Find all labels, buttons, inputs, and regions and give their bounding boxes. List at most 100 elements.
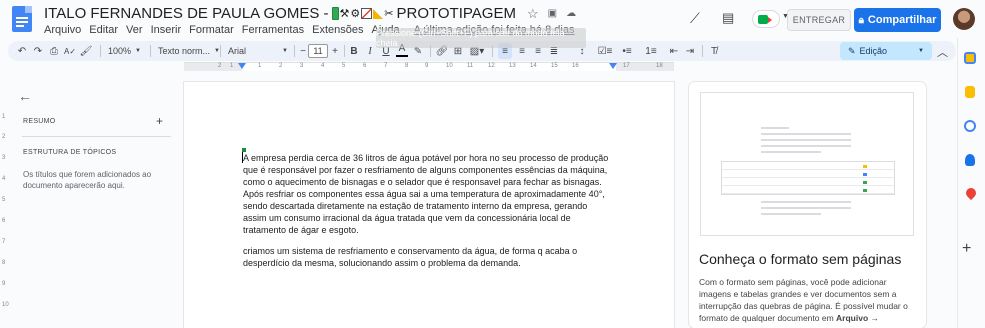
- fullscreen-tooltip: Pressione (Ctrl+Shift+F) para sair do mo…: [376, 28, 586, 48]
- tools-icon: ⚒: [339, 8, 350, 20]
- vruler-number: 3: [2, 155, 6, 161]
- illus-line: [761, 127, 789, 129]
- outline-empty-text: Os títulos que forem adicionados ao docu…: [23, 170, 152, 190]
- document-title-suffix[interactable]: PROTOTIPAGEM: [396, 5, 515, 22]
- collapse-toolbar-icon[interactable]: ︿: [937, 44, 948, 60]
- menu-item-inserir[interactable]: Inserir: [151, 24, 182, 36]
- numbered-list-icon[interactable]: 1≡: [644, 41, 658, 61]
- italic-icon[interactable]: I: [364, 41, 376, 61]
- font-select[interactable]: Arial ▼: [228, 44, 288, 58]
- pencil-icon: ✎: [848, 45, 856, 56]
- style-select[interactable]: Texto norm... ▼: [158, 44, 220, 58]
- ruler-number: 9: [425, 63, 429, 69]
- comments-icon[interactable]: ▤: [722, 10, 734, 26]
- zoom-value: 100%: [108, 46, 132, 56]
- chevron-down-icon: ▼: [918, 48, 924, 54]
- meet-camera-icon: [758, 15, 772, 24]
- triangle-ruler-icon: [373, 8, 384, 19]
- ruler-number: 3: [300, 63, 304, 69]
- ruler-number: 15: [551, 63, 558, 69]
- paragraph-2[interactable]: criamos um sistema de resfriamento e con…: [243, 245, 615, 269]
- activity-trend-icon[interactable]: ⟋: [690, 10, 700, 27]
- text-line: sendo descartada diretamente na estação …: [243, 201, 588, 211]
- entregar-button[interactable]: ENTREGAR: [787, 9, 851, 31]
- chart-icon: [361, 8, 373, 19]
- paint-format-icon[interactable]: 🖌︎: [80, 41, 93, 61]
- font-size-input[interactable]: 11: [308, 44, 328, 58]
- ruler-number: 13: [509, 63, 516, 69]
- increase-font-size-button[interactable]: +: [330, 41, 340, 61]
- text-line: desperdício da mesma, solucionando assim…: [243, 258, 521, 268]
- add-addon-icon[interactable]: +: [962, 240, 971, 258]
- redo-icon[interactable]: ↷: [32, 41, 44, 61]
- text-line: A empresa perdia cerca de 36 litros de á…: [243, 153, 609, 163]
- vruler-number: 9: [2, 281, 6, 287]
- text-line: assim um consumo irracional da água trat…: [243, 213, 571, 223]
- illus-table: [721, 161, 895, 195]
- vruler-number: 1: [2, 114, 6, 120]
- increase-indent-icon[interactable]: ⇥: [684, 41, 696, 61]
- illus-table-dot: [863, 173, 867, 176]
- illus-line: [761, 145, 851, 147]
- contacts-icon[interactable]: [965, 154, 975, 166]
- menu-item-arquivo[interactable]: Arquivo: [44, 24, 81, 36]
- meet-button[interactable]: [752, 10, 780, 28]
- document-title-text[interactable]: ITALO FERNANDES DE PAULA GOMES -: [44, 5, 329, 22]
- menu-item-extensoes[interactable]: Extensões: [312, 24, 363, 36]
- calendar-icon[interactable]: [964, 52, 976, 64]
- cloud-status-icon[interactable]: ☁: [566, 8, 576, 19]
- paragraph-1[interactable]: A empresa perdia cerca de 36 litros de á…: [243, 152, 615, 236]
- ruler-number: 1: [258, 63, 262, 69]
- ruler-number: 16: [572, 63, 579, 69]
- star-icon[interactable]: ☆: [527, 6, 539, 22]
- avatar[interactable]: [953, 8, 975, 30]
- bold-icon[interactable]: B: [348, 41, 360, 61]
- ruler-number: 11: [467, 63, 474, 69]
- menu-item-ferramentas[interactable]: Ferramentas: [242, 24, 304, 36]
- indent-marker[interactable]: [238, 63, 246, 69]
- menu-item-formatar[interactable]: Formatar: [189, 24, 234, 36]
- editing-mode-select[interactable]: ✎ Edição ▼: [840, 42, 932, 60]
- text-line: como o aquecimento de bisnagas e o selad…: [243, 177, 602, 187]
- right-indent-marker[interactable]: [609, 63, 617, 69]
- font-value: Arial: [228, 46, 247, 56]
- bullet-list-icon[interactable]: •≡: [620, 41, 634, 61]
- ruler-number: 6: [363, 63, 367, 69]
- illus-line: [761, 213, 821, 215]
- decrease-font-size-button[interactable]: −: [298, 41, 308, 61]
- add-summary-icon[interactable]: +: [156, 114, 163, 128]
- spellcheck-icon[interactable]: A✓: [64, 41, 76, 61]
- battery-icon: [331, 7, 339, 20]
- move-folder-icon[interactable]: ▣: [548, 8, 557, 19]
- decrease-indent-icon[interactable]: ⇤: [668, 41, 680, 61]
- illus-line: [761, 201, 851, 203]
- illus-table-dot: [863, 189, 867, 192]
- ruler-number: 1: [230, 63, 234, 69]
- checklist-icon[interactable]: ☑≡: [598, 41, 613, 61]
- illus-table-dot: [863, 181, 867, 184]
- side-panel-rail: [957, 38, 985, 328]
- undo-icon[interactable]: ↶: [16, 41, 28, 61]
- pageless-illustration: [700, 92, 914, 236]
- keep-icon[interactable]: [965, 86, 975, 98]
- document-page[interactable]: A empresa perdia cerca de 36 litros de á…: [184, 82, 674, 328]
- menu-item-ver[interactable]: Ver: [126, 24, 143, 36]
- share-button[interactable]: 🔒︎ Compartilhar: [854, 8, 941, 32]
- clear-formatting-icon[interactable]: T̸: [708, 41, 720, 61]
- docs-logo-icon[interactable]: [12, 6, 32, 32]
- style-value: Texto norm...: [158, 46, 211, 56]
- chevron-down-icon: ▼: [135, 48, 141, 54]
- ruler-number: 14: [530, 63, 537, 69]
- toolbar-divider: [150, 45, 151, 57]
- panel-body-bold: Arquivo →: [836, 313, 880, 323]
- illus-table-dot: [863, 165, 867, 168]
- menu-item-editar[interactable]: Editar: [89, 24, 118, 36]
- close-outline-icon[interactable]: ←: [18, 88, 32, 104]
- summary-label: RESUMO: [23, 118, 56, 125]
- zoom-select[interactable]: 100% ▼: [108, 44, 141, 58]
- print-icon[interactable]: ⎙: [48, 41, 60, 61]
- tasks-icon[interactable]: [964, 120, 976, 132]
- outline-divider: [22, 136, 171, 137]
- document-title[interactable]: ITALO FERNANDES DE PAULA GOMES - ⚒ ⚙ ✂ P…: [44, 5, 576, 22]
- text-cursor: [242, 151, 243, 163]
